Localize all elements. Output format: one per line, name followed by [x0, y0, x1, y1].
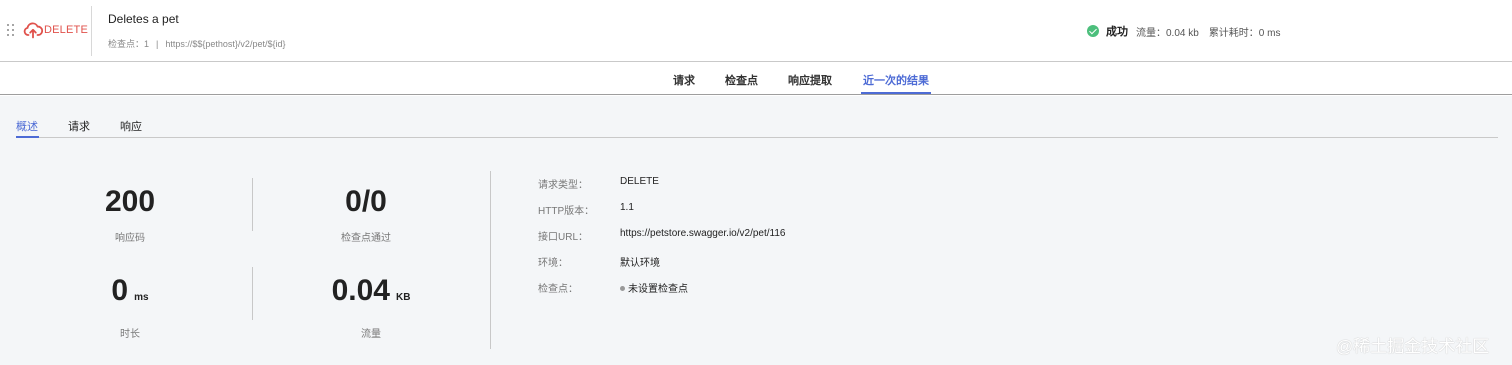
checkpoints-passed-value: 0/0: [345, 185, 387, 218]
status-label: 成功: [1106, 26, 1128, 38]
detail-value: 默认环境: [620, 258, 660, 269]
main-tabs: 请求 检查点 响应提取 近一次的结果: [0, 63, 1512, 95]
meta-separator: |: [156, 39, 159, 49]
api-meta: 检查点：1 | https://$${pethost}/v2/pet/${id}: [108, 37, 285, 50]
metric-traffic: 0.04 KB 流量: [316, 276, 426, 341]
header-divider: [91, 6, 92, 56]
duration-label: 时长: [120, 329, 140, 340]
traffic-value: 0.04: [331, 274, 390, 307]
metric-response-code: 200 响应码: [70, 185, 190, 245]
subtab-overview[interactable]: 概述: [16, 118, 38, 134]
detail-label: 请求类型：: [538, 180, 588, 191]
detail-label: 接口URL：: [538, 232, 589, 243]
subtab-request[interactable]: 请求: [68, 118, 90, 134]
api-url: https://$${pethost}/v2/pet/${id}: [165, 39, 286, 49]
elapsed-label: 累计耗时：0 ms: [1208, 27, 1281, 39]
checkpoint-label: 检查点：: [108, 39, 145, 49]
watermark: @稀土掘金技术社区: [1336, 337, 1490, 356]
response-code-value: 200: [104, 185, 156, 218]
traffic-value-row: 0.04 KB: [316, 276, 426, 313]
subtab-response[interactable]: 响应: [120, 118, 142, 134]
sub-tabs: 概述 请求 响应: [16, 110, 1498, 138]
flow-label: 流量：0.04 kb: [1136, 27, 1199, 39]
traffic-label: 流量: [361, 329, 381, 340]
duration-unit: ms: [134, 292, 149, 303]
traffic-unit: KB: [395, 292, 411, 303]
duration-value-row: 0 ms: [80, 276, 180, 313]
drag-handle-icon[interactable]: [7, 24, 15, 38]
metric-duration: 0 ms 时长: [80, 276, 180, 341]
checkpoints-passed-label: 检查点通过: [341, 233, 391, 244]
tab-request[interactable]: 请求: [673, 72, 695, 88]
detail-label: 检查点：: [538, 284, 578, 295]
cloud-upload-icon: [23, 22, 43, 39]
result-panel: 概述 请求 响应 200 响应码 0/0 检查点通过 0 ms 时长 0.04 KB…: [0, 96, 1512, 365]
status-dot-icon: [620, 285, 625, 291]
response-code-label: 响应码: [115, 233, 145, 244]
detail-value: 未设置检查点: [628, 284, 688, 295]
duration-value: 0: [111, 274, 129, 307]
method-badge: DELETE: [23, 19, 88, 41]
metric-divider: [252, 267, 253, 320]
detail-value-row: 未设置检查点: [620, 280, 688, 295]
method-label: DELETE: [44, 24, 88, 36]
active-subtab-indicator: [16, 136, 39, 138]
api-header: DELETE Deletes a pet 检查点：1 | https://$${pe…: [0, 0, 1512, 62]
tab-latest-result[interactable]: 近一次的结果: [863, 72, 929, 88]
detail-value: 1.1: [620, 202, 634, 213]
section-divider: [490, 171, 491, 349]
tab-checkpoints[interactable]: 检查点: [725, 72, 758, 88]
checkpoint-count: 1: [144, 39, 150, 49]
metric-checkpoints-passed: 0/0 检查点通过: [306, 185, 426, 245]
detail-value: https://petstore.swagger.io/v2/pet/116: [620, 228, 786, 239]
detail-label: HTTP版本：: [538, 206, 595, 217]
detail-value: DELETE: [620, 176, 659, 187]
active-tab-indicator: [861, 92, 931, 94]
success-check-icon: [1087, 25, 1099, 37]
result-status: 成功 流量：0.04 kb 累计耗时：0 ms: [1087, 23, 1280, 39]
detail-label: 环境：: [538, 258, 568, 269]
metric-divider: [252, 178, 253, 231]
api-title: Deletes a pet: [108, 12, 179, 26]
tab-response-extract[interactable]: 响应提取: [788, 72, 832, 88]
